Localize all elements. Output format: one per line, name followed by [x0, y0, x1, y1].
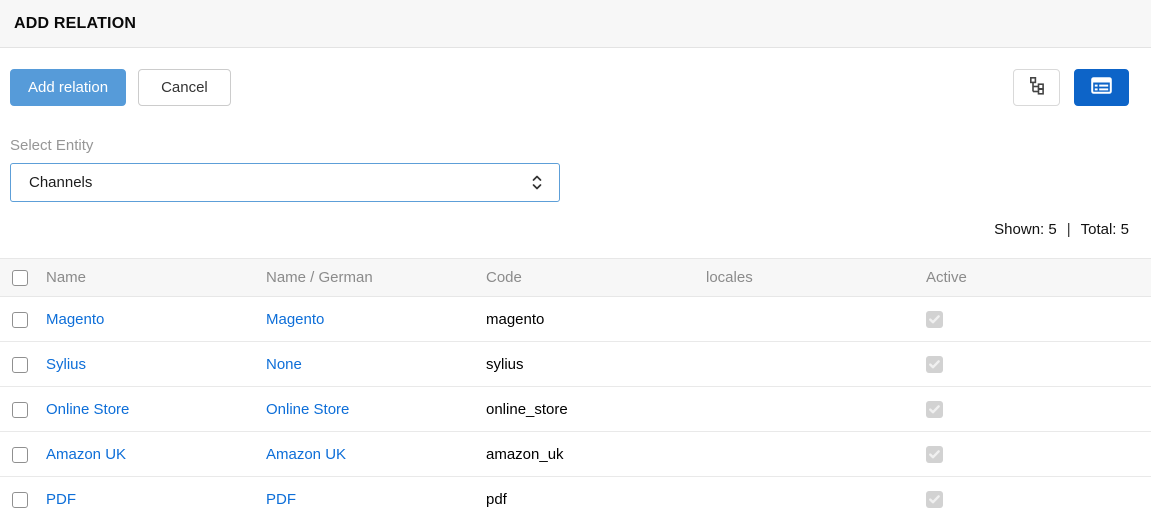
entity-select-block: Select Entity Channels	[10, 137, 1129, 202]
entity-select[interactable]: Channels	[10, 163, 560, 202]
row-name-link[interactable]: Online Store	[46, 401, 129, 418]
counts-separator: |	[1067, 221, 1071, 238]
table-header-row: Name Name / German Code locales Active	[0, 259, 1151, 297]
hierarchy-tree-icon	[1027, 76, 1046, 99]
row-name-german-link[interactable]: Magento	[266, 311, 324, 328]
column-header-name-german: Name / German	[266, 259, 486, 297]
cancel-button[interactable]: Cancel	[138, 69, 231, 106]
add-relation-button[interactable]: Add relation	[10, 69, 126, 106]
table-view-button[interactable]	[1074, 69, 1129, 106]
row-code: amazon_uk	[486, 446, 564, 463]
select-all-checkbox[interactable]	[12, 270, 28, 286]
entity-select-value: Channels	[29, 174, 92, 191]
row-name-german-link[interactable]: Online Store	[266, 401, 349, 418]
entity-select-label: Select Entity	[10, 137, 1129, 154]
table-row[interactable]: Sylius None sylius	[0, 342, 1151, 387]
row-name-german-link[interactable]: PDF	[266, 491, 296, 508]
up-down-chevron-icon	[529, 173, 545, 192]
row-name-german-link[interactable]: None	[266, 356, 302, 373]
column-header-code: Code	[486, 259, 706, 297]
active-checkbox-checked	[926, 401, 943, 418]
modal-header: ADD RELATION	[0, 0, 1151, 48]
row-checkbox[interactable]	[12, 357, 28, 373]
tree-view-button[interactable]	[1013, 69, 1060, 106]
record-counts: Shown: 5 | Total: 5	[10, 221, 1129, 238]
shown-count: Shown: 5	[994, 221, 1057, 238]
toolbar: Add relation Cancel	[10, 69, 1129, 106]
row-locales	[706, 387, 926, 432]
row-code: sylius	[486, 356, 524, 373]
table-row[interactable]: PDF PDF pdf	[0, 477, 1151, 519]
page-title: ADD RELATION	[14, 15, 136, 33]
row-locales	[706, 342, 926, 387]
table-row[interactable]: Online Store Online Store online_store	[0, 387, 1151, 432]
row-checkbox[interactable]	[12, 492, 28, 508]
table-row[interactable]: Amazon UK Amazon UK amazon_uk	[0, 432, 1151, 477]
column-header-locales: locales	[706, 259, 926, 297]
row-name-link[interactable]: Amazon UK	[46, 446, 126, 463]
channels-table: Name Name / German Code locales Active M…	[0, 258, 1151, 519]
table-row[interactable]: Magento Magento magento	[0, 297, 1151, 342]
column-header-active: Active	[926, 259, 1151, 297]
row-checkbox[interactable]	[12, 447, 28, 463]
row-code: magento	[486, 311, 544, 328]
total-count: Total: 5	[1081, 221, 1129, 238]
row-name-link[interactable]: PDF	[46, 491, 76, 508]
row-checkbox[interactable]	[12, 312, 28, 328]
view-toggle-group	[1013, 69, 1129, 106]
row-checkbox[interactable]	[12, 402, 28, 418]
column-header-name: Name	[46, 259, 266, 297]
row-locales	[706, 477, 926, 519]
active-checkbox-checked	[926, 491, 943, 508]
active-checkbox-checked	[926, 446, 943, 463]
table-list-icon	[1091, 77, 1112, 98]
row-name-link[interactable]: Magento	[46, 311, 104, 328]
row-locales	[706, 432, 926, 477]
row-code: online_store	[486, 401, 568, 418]
row-code: pdf	[486, 491, 507, 508]
active-checkbox-checked	[926, 311, 943, 328]
row-name-link[interactable]: Sylius	[46, 356, 86, 373]
row-name-german-link[interactable]: Amazon UK	[266, 446, 346, 463]
row-locales	[706, 297, 926, 342]
active-checkbox-checked	[926, 356, 943, 373]
